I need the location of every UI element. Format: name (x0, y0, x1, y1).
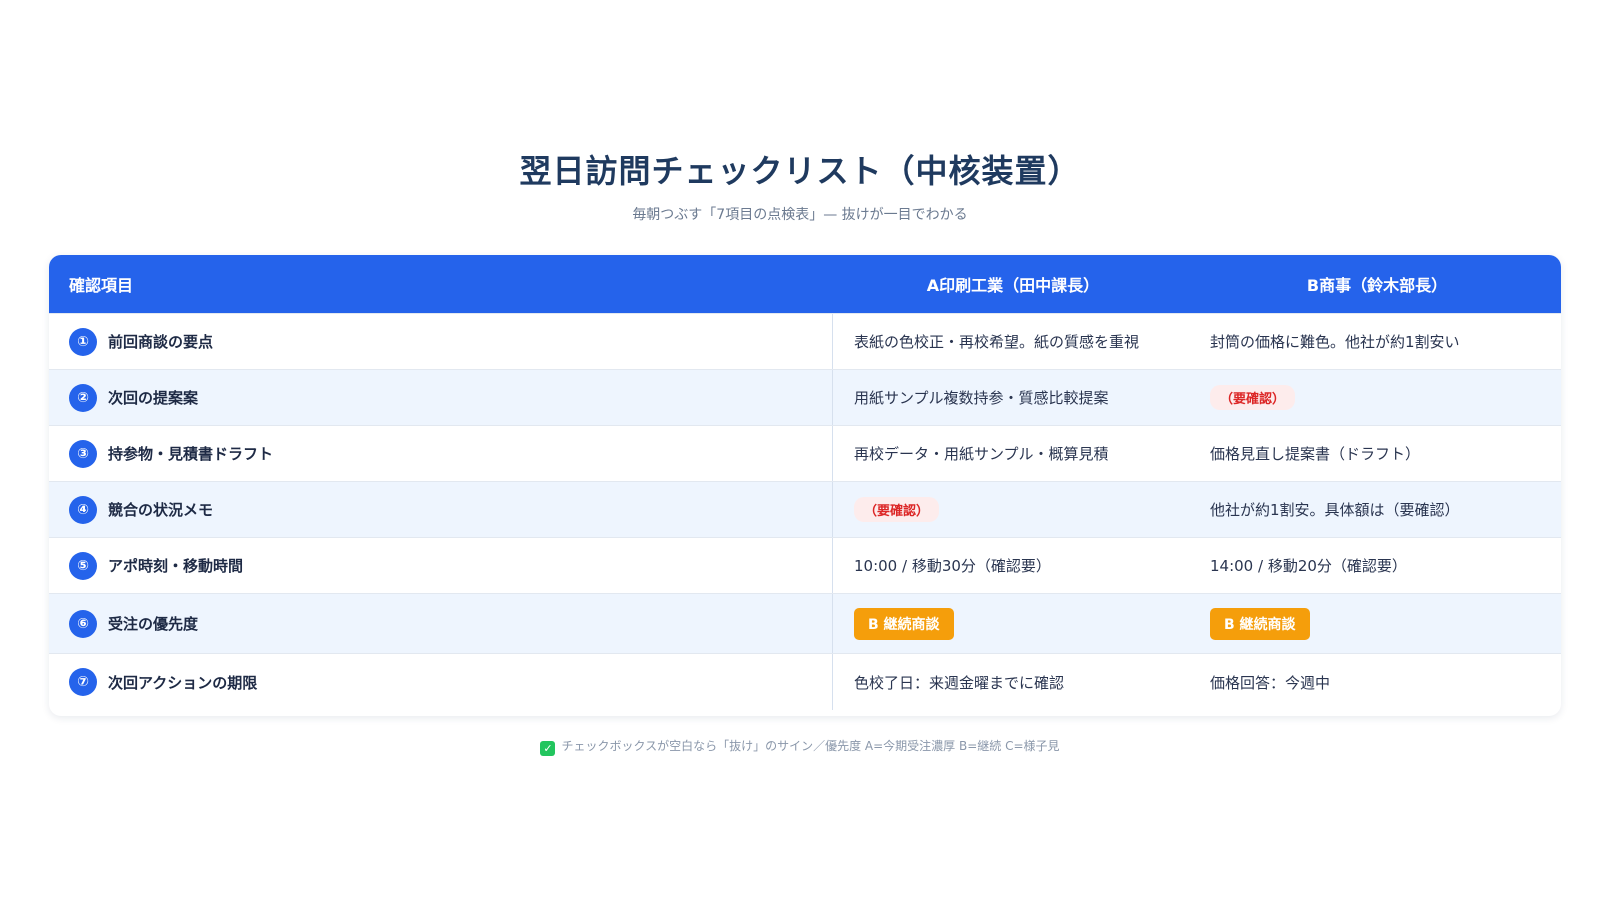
row-item: ⑥ 受注の優先度 (49, 594, 833, 653)
needs-confirmation-tag: （要確認） (1210, 385, 1296, 410)
table-row: ④ 競合の状況メモ （要確認） 他社が約1割安。具体額は（要確認） (49, 481, 1561, 537)
cell-company-a: （要確認） (833, 497, 1193, 522)
cell-company-b: 14:00 / 移動20分（確認要） (1210, 557, 1407, 575)
cell-company-b: 封筒の価格に難色。他社が約1割安い (1210, 333, 1460, 351)
cell-company-b: B 継続商談 (1193, 607, 1561, 640)
row-item: ① 前回商談の要点 (49, 314, 833, 369)
row-label: 競合の状況メモ (108, 501, 214, 519)
row-item: ④ 競合の状況メモ (49, 482, 833, 537)
footnote: ✓ チェックボックスが空白なら「抜け」のサイン／優先度 A=今期受注濃厚 B=継続… (0, 737, 1600, 756)
page-subtitle: 毎朝つぶす「7項目の点検表」— 抜けが一目でわかる (632, 207, 968, 223)
row-item: ② 次回の提案案 (49, 370, 833, 425)
cell-company-b: （要確認） (1193, 385, 1561, 410)
number-badge: ⑤ (69, 551, 97, 580)
row-label: 持参物・見積書ドラフト (108, 445, 274, 463)
table-row: ③ 持参物・見積書ドラフト 再校データ・用紙サンプル・概算見積 価格見直し提案書… (49, 425, 1561, 481)
row-label: 次回の提案案 (108, 389, 199, 407)
row-item: ⑤ アポ時刻・移動時間 (49, 538, 833, 593)
cell-company-a: 再校データ・用紙サンプル・概算見積 (854, 445, 1109, 463)
cell-company-b: 価格見直し提案書（ドラフト） (1210, 445, 1421, 463)
table-row: ⑥ 受注の優先度 B 継続商談 B 継続商談 (49, 593, 1561, 653)
header-company-a: A印刷工業（田中課長） (926, 276, 1100, 295)
number-badge: ⑦ (69, 668, 97, 696)
checklist-table: 確認項目 A印刷工業（田中課長） B商事（鈴木部長） ① 前回商談の要点 表紙の… (49, 255, 1561, 716)
row-label: 前回商談の要点 (108, 333, 214, 351)
cell-company-a: 色校了日：来週金曜までに確認 (854, 673, 1065, 692)
table-header: 確認項目 A印刷工業（田中課長） B商事（鈴木部長） (49, 255, 1561, 313)
row-item: ⑦ 次回アクションの期限 (49, 654, 833, 710)
number-badge: ② (69, 383, 97, 412)
cell-company-a: 10:00 / 移動30分（確認要） (854, 557, 1051, 575)
number-badge: ⑥ (69, 609, 97, 638)
cell-company-b: 価格回答：今週中 (1210, 673, 1331, 692)
row-label: 受注の優先度 (108, 615, 199, 633)
row-label: 次回アクションの期限 (108, 673, 258, 692)
number-badge: ③ (69, 439, 97, 468)
needs-confirmation-tag: （要確認） (854, 497, 940, 522)
cell-company-a: B 継続商談 (833, 607, 1193, 640)
cell-company-b: 他社が約1割安。具体額は（要確認） (1210, 501, 1460, 519)
number-badge: ④ (69, 495, 97, 524)
header-item: 確認項目 (69, 276, 134, 295)
table-row: ⑤ アポ時刻・移動時間 10:00 / 移動30分（確認要） 14:00 / 移… (49, 537, 1561, 593)
number-badge: ① (69, 327, 97, 356)
checklist-page: 翌日訪問チェックリスト（中核装置） 毎朝つぶす「7項目の点検表」— 抜けが一目で… (0, 0, 1600, 900)
header-company-b: B商事（鈴木部長） (1306, 276, 1448, 295)
table-row: ① 前回商談の要点 表紙の色校正・再校希望。紙の質感を重視 封筒の価格に難色。他… (49, 313, 1561, 369)
priority-badge: B 継続商談 (854, 607, 954, 640)
row-item: ③ 持参物・見積書ドラフト (49, 426, 833, 481)
table-row: ② 次回の提案案 用紙サンプル複数持参・質感比較提案 （要確認） (49, 369, 1561, 425)
row-label: アポ時刻・移動時間 (108, 557, 244, 575)
priority-badge: B 継続商談 (1210, 607, 1310, 640)
table-row: ⑦ 次回アクションの期限 色校了日：来週金曜までに確認 価格回答：今週中 (49, 653, 1561, 710)
page-title: 翌日訪問チェックリスト（中核装置） (519, 152, 1081, 190)
cell-company-a: 表紙の色校正・再校希望。紙の質感を重視 (854, 333, 1140, 351)
cell-company-a: 用紙サンプル複数持参・質感比較提案 (854, 389, 1109, 407)
check-box-icon: ✓ (540, 741, 556, 756)
footnote-text: チェックボックスが空白なら「抜け」のサイン／優先度 A=今期受注濃厚 B=継続 … (561, 739, 1060, 753)
